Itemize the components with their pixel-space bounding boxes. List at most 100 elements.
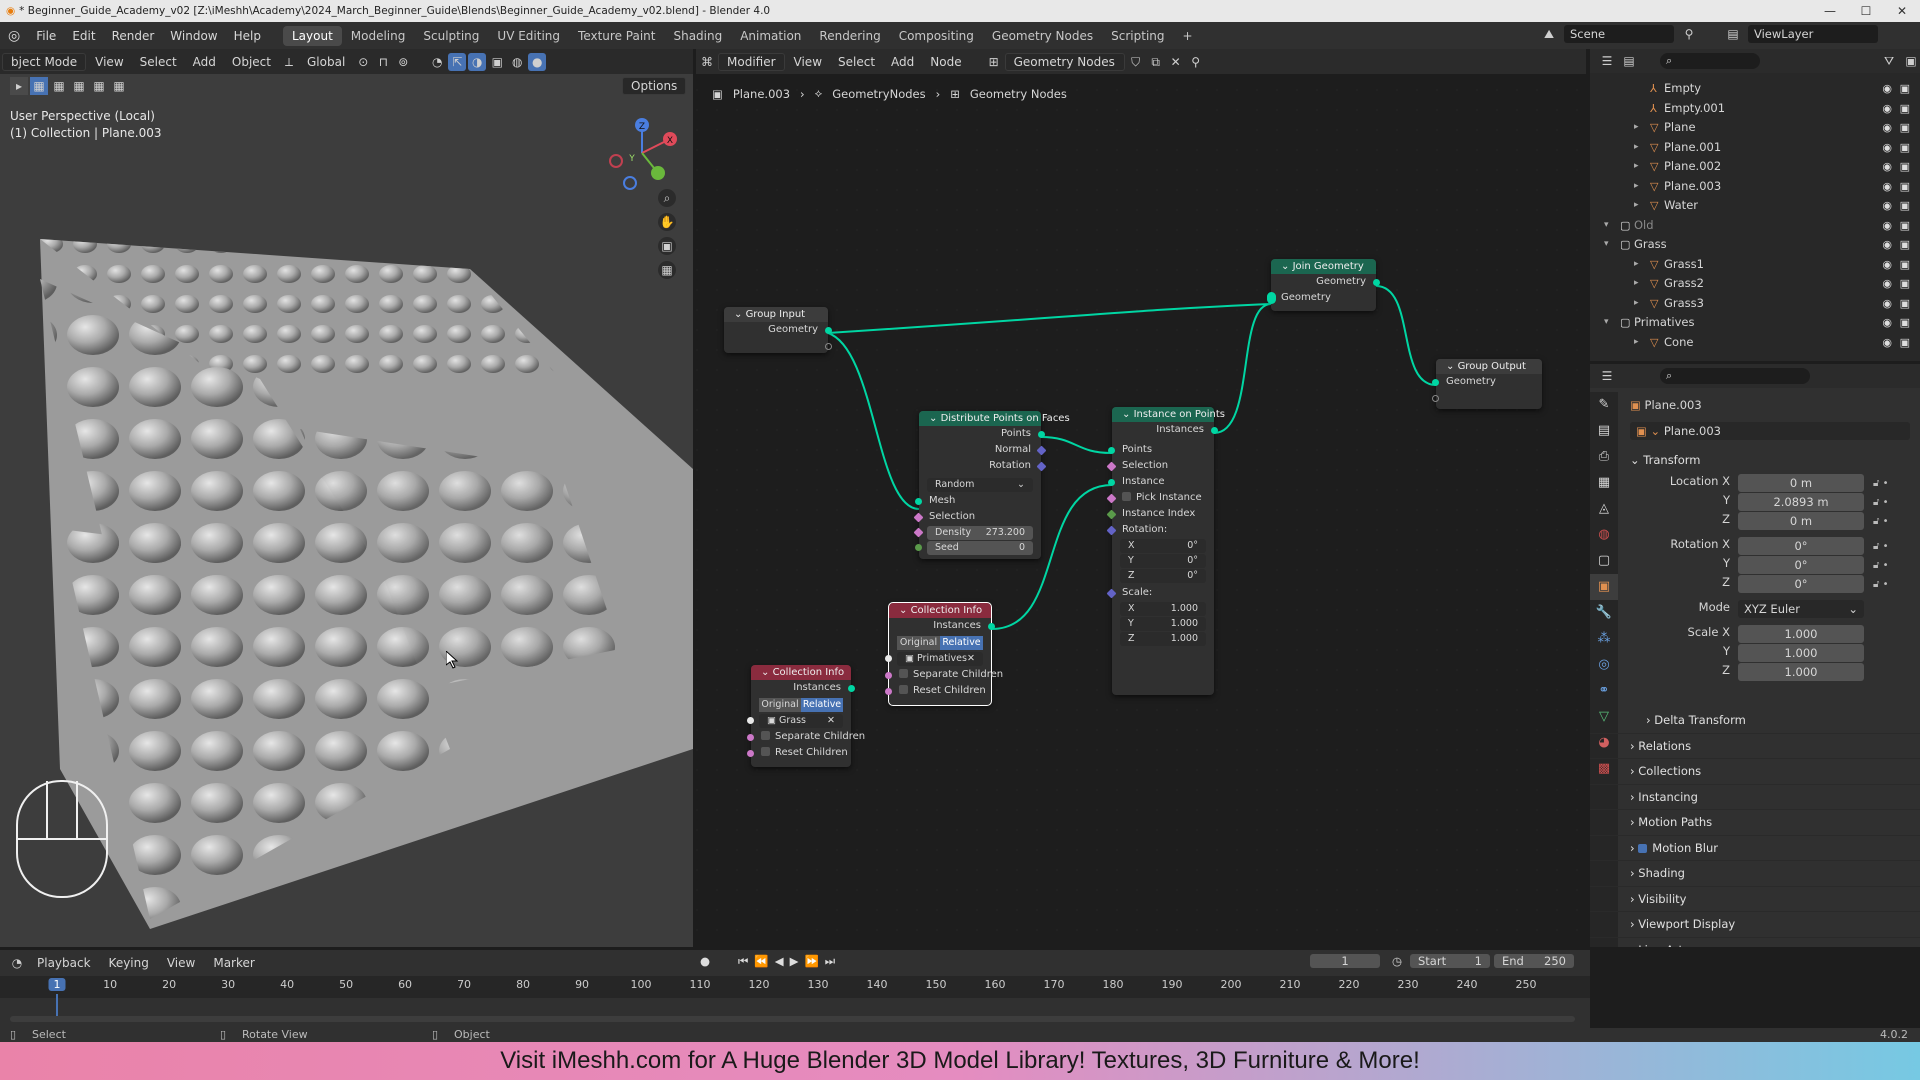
separate-children-checkbox[interactable] (899, 669, 908, 678)
visibility-icon[interactable]: ◔ (428, 53, 446, 71)
rotation-z-field[interactable]: Z 0° (1120, 569, 1206, 583)
visibility-eye-icon[interactable]: ◉ (1882, 99, 1892, 119)
wireframe-shading-icon[interactable]: ◍ (508, 53, 526, 71)
xray-icon[interactable]: ▣ (488, 53, 506, 71)
editor-type-icon[interactable]: ⌘ (698, 53, 716, 71)
visibility-eye-icon[interactable]: ◉ (1882, 255, 1892, 275)
outliner-row[interactable]: ⅄ Empty.001 ◉ ▣ (1590, 99, 1920, 119)
menu-render[interactable]: Render (104, 29, 163, 43)
properties-search-input[interactable]: ⌕ (1660, 368, 1810, 384)
node-group-output[interactable]: ⌄ Group Output Geometry (1432, 359, 1542, 409)
workspace-tab-animation[interactable]: Animation (731, 26, 810, 46)
solid-shading-icon[interactable]: ● (528, 52, 547, 71)
outliner-row[interactable]: ▸ ▽ Cone ◉ ▣ (1590, 333, 1920, 353)
property-section-header[interactable]: › Motion Blur (1590, 836, 1920, 861)
lock-icon[interactable]: 🔓︎ • (1873, 556, 1889, 575)
property-section-header[interactable]: › Shading (1590, 861, 1920, 887)
outliner-editor-type-icon[interactable]: ☰ (1598, 52, 1616, 70)
viewport-menu-object[interactable]: Object (225, 53, 278, 71)
object-name-field[interactable]: ▣ ⌄ Plane.003 (1630, 422, 1910, 440)
outliner[interactable]: ☰ ▤ ⌕ ⛛ ▣ ⅄ Empty ◉ ▣ ⅄ Empty.001 ◉ ▣ ▸ ▽ Plane ◉ ▣ ▸… (1590, 49, 1920, 361)
original-option[interactable]: Original (897, 636, 940, 650)
property-section-header[interactable]: › Viewport Display (1590, 912, 1920, 938)
viewport-menu-add[interactable]: Add (186, 53, 223, 71)
play-reverse-icon[interactable]: ◀ (775, 954, 784, 969)
render-tab-icon[interactable]: ▤ (1590, 418, 1618, 444)
pick-instance-checkbox[interactable] (1122, 492, 1131, 501)
outliner-row[interactable]: ▸ ▽ Plane.003 ◉ ▣ (1590, 177, 1920, 197)
minimize-button[interactable]: — (1812, 0, 1848, 22)
menu-window[interactable]: Window (162, 29, 225, 43)
jump-end-icon[interactable]: ⏭ (825, 954, 835, 969)
node-group-input[interactable]: ⌄ Group Input Geometry (724, 307, 832, 353)
camera-view-icon[interactable]: ▣ (658, 237, 676, 255)
render-camera-icon[interactable]: ▣ (1900, 177, 1910, 197)
timeline-menu-view[interactable]: View (160, 954, 202, 972)
collapse-chevron-icon[interactable]: ⌄ (1122, 409, 1134, 420)
render-camera-icon[interactable]: ▣ (1900, 118, 1910, 138)
properties-editor[interactable]: ☰ ⌕ ✎ ▤ ⎙ ▦ ◬ ◍ ▢ ▣ 🔧 ⁂ ◎ ⚭ ▽ ◕ ▩ ▣ Plan… (1590, 364, 1920, 947)
select-box-tool-icon[interactable]: ▸ (10, 77, 28, 95)
input-socket[interactable] (885, 671, 892, 679)
timeline[interactable]: ◔ Playback Keying View Marker ● ⏮ ⏪ ◀ ▶ … (0, 950, 1590, 1028)
scale-z-field[interactable]: 1.000 (1738, 663, 1864, 681)
pan-hand-icon[interactable]: ✋ (658, 213, 676, 231)
visibility-eye-icon[interactable]: ◉ (1882, 138, 1892, 158)
expand-chevron-icon[interactable]: ▾ (1604, 313, 1609, 333)
rotation-z-field[interactable]: 0° (1738, 575, 1864, 593)
collapse-chevron-icon[interactable]: ⌄ (734, 309, 746, 320)
current-frame-field[interactable]: 1 (1310, 954, 1380, 968)
unlink-tree-icon[interactable]: ✕ (1167, 53, 1185, 71)
record-icon[interactable]: ● (700, 954, 710, 969)
render-camera-icon[interactable]: ▣ (1900, 313, 1910, 333)
workspace-tab-layout[interactable]: Layout (282, 25, 342, 46)
node-menu-node[interactable]: Node (923, 53, 968, 71)
outliner-row[interactable]: ▸ ▽ Grass2 ◉ ▣ (1590, 274, 1920, 294)
mode-selector[interactable]: bject Mode (2, 52, 87, 71)
fake-user-shield-icon[interactable]: ⛉ (1127, 53, 1145, 71)
input-socket[interactable] (747, 733, 754, 741)
timeline-ruler[interactable]: 1 10 20 30 40 50 60 70 80 90 100 110 120 130 140 150 160… (0, 976, 1590, 1020)
next-keyframe-icon[interactable]: ⏩ (804, 954, 818, 969)
node-menu-add[interactable]: Add (884, 53, 921, 71)
lock-icon[interactable]: 🔓︎ • (1873, 474, 1889, 493)
location-z-field[interactable]: 0 m (1738, 512, 1864, 530)
disclosure-triangle-icon[interactable]: ▸ (1634, 294, 1639, 314)
outliner-row[interactable]: ▸ ▽ Plane.001 ◉ ▣ (1590, 138, 1920, 158)
disclosure-triangle-icon[interactable]: ▸ (1634, 177, 1639, 197)
outliner-row[interactable]: ⅄ Empty ◉ ▣ (1590, 79, 1920, 99)
node-tree-type-selector[interactable]: Modifier (718, 52, 785, 71)
geometry-node-editor[interactable]: ⌘ Modifier View Select Add Node ⊞ Geomet… (696, 49, 1586, 947)
node-collection-info-grass[interactable]: ⌄ Collection Info Instances Original Rela… (747, 665, 865, 767)
output-tab-icon[interactable]: ⎙ (1590, 444, 1618, 470)
end-frame-field[interactable]: End 250 (1494, 954, 1574, 968)
collapse-chevron-icon[interactable]: ⌄ (929, 413, 941, 424)
outliner-search-input[interactable]: ⌕ (1660, 53, 1760, 69)
scene-selector[interactable]: Scene (1564, 25, 1674, 43)
node-distribute-points-on-faces[interactable]: ⌄ Distribute Points on Faces Points Norm… (913, 411, 1070, 559)
blender-menu-icon[interactable]: ◎ (0, 28, 28, 44)
node-join-geometry[interactable]: ⌄ Join Geometry Geometry Geometry (1267, 259, 1380, 311)
separate-children-checkbox[interactable] (761, 731, 770, 740)
visibility-eye-icon[interactable]: ◉ (1882, 333, 1892, 353)
outliner-row[interactable]: ▾ ▢ Primatives ◉ ▣ (1590, 313, 1920, 333)
viewport-menu-view[interactable]: View (88, 53, 130, 71)
select-new-icon[interactable]: ▦ (30, 77, 48, 95)
node-menu-view[interactable]: View (787, 53, 829, 71)
timeline-editor-type-icon[interactable]: ◔ (8, 954, 26, 972)
gizmo-y-axis[interactable] (651, 166, 665, 180)
input-socket[interactable] (1108, 478, 1115, 486)
collection-field[interactable]: ▣ Primatives ✕ (885, 652, 983, 666)
visibility-eye-icon[interactable]: ◉ (1882, 313, 1892, 333)
collapse-chevron-icon[interactable]: ⌄ (761, 667, 773, 678)
disclosure-triangle-icon[interactable]: ▸ (1634, 255, 1639, 275)
prev-keyframe-icon[interactable]: ⏪ (754, 954, 768, 969)
input-socket[interactable] (1432, 378, 1439, 386)
filter-icon[interactable]: ⛛ (1880, 52, 1898, 70)
outliner-row[interactable]: ▾ ▢ Grass ◉ ▣ (1590, 235, 1920, 255)
expand-chevron-icon[interactable]: ▾ (1604, 235, 1609, 255)
input-socket[interactable] (1267, 292, 1276, 304)
lock-icon[interactable]: 🔓︎ • (1873, 537, 1889, 556)
workspace-tab-texture-paint[interactable]: Texture Paint (569, 26, 664, 46)
render-camera-icon[interactable]: ▣ (1900, 79, 1910, 99)
